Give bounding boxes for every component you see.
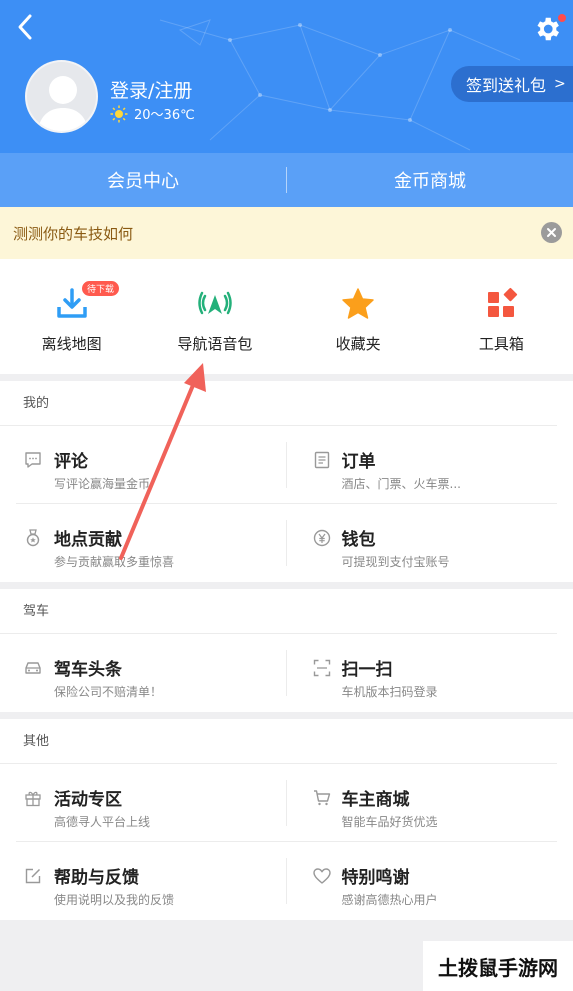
item-title: 车主商城 — [341, 790, 410, 810]
voice-signal-icon — [198, 291, 232, 315]
section-title: 其他 — [0, 719, 557, 764]
order-icon — [314, 451, 329, 469]
weather-info: 20～36℃ — [110, 104, 195, 123]
item-title: 地点贡献 — [54, 530, 122, 550]
heart-icon — [312, 868, 331, 884]
sun-icon — [110, 105, 128, 122]
item-subtitle: 可提现到支付宝账号 — [341, 555, 450, 569]
sign-in-gift-button[interactable]: 签到送礼包 > — [451, 66, 573, 102]
section-title: 驾车 — [0, 589, 557, 634]
favorites-label: 收藏夹 — [335, 335, 381, 353]
activity-zone-item[interactable]: 活动专区 高德寻人平台上线 — [16, 764, 287, 842]
order-item[interactable]: 订单 酒店、门票、火车票... — [286, 426, 557, 504]
coin-mall-link[interactable]: 金币商城 — [287, 167, 573, 193]
voice-pack-label: 导航语音包 — [177, 335, 253, 353]
item-title: 驾车头条 — [54, 660, 122, 680]
notice-text: 测测你的车技如何 — [13, 224, 134, 243]
item-subtitle: 车机版本扫码登录 — [341, 685, 438, 699]
voice-pack-button[interactable]: 导航语音包 — [143, 259, 286, 374]
section-other: 其他 活动专区 高德寻人平台上线 车主商城 智能车品好货优选 帮助与反馈 使用说… — [0, 719, 573, 920]
item-title: 帮助与反馈 — [54, 868, 139, 888]
temperature-range: 20～36℃ — [134, 108, 195, 123]
scan-item[interactable]: 扫一扫 车机版本扫码登录 — [287, 634, 558, 712]
member-bar: 会员中心 金币商城 — [0, 153, 573, 207]
help-feedback-item[interactable]: 帮助与反馈 使用说明以及我的反馈 — [16, 842, 287, 920]
profile-header: 登录/注册 20～36℃ 签到送礼包 > — [0, 0, 573, 153]
item-subtitle: 使用说明以及我的反馈 — [54, 893, 175, 907]
close-icon — [547, 228, 556, 237]
notice-banner[interactable]: 测测你的车技如何 — [0, 207, 573, 259]
place-contribution-item[interactable]: 地点贡献 参与贡献赢取多重惊喜 — [16, 504, 287, 582]
chevron-right-icon: > — [554, 76, 566, 92]
item-subtitle: 高德寻人平台上线 — [54, 815, 151, 829]
notice-close-button[interactable] — [541, 222, 562, 243]
login-register-link[interactable]: 登录/注册 — [110, 76, 192, 103]
gift-icon — [25, 791, 41, 807]
member-center-link[interactable]: 会员中心 — [0, 167, 286, 193]
wallet-item[interactable]: 钱包 可提现到支付宝账号 — [287, 504, 558, 582]
item-subtitle: 智能车品好货优选 — [341, 815, 438, 829]
section-mine: 我的 评论 写评论赢海量金币 订单 酒店、门票、火车票... 地点贡献 参与贡献… — [0, 381, 573, 582]
car-owner-mall-item[interactable]: 车主商城 智能车品好货优选 — [286, 764, 557, 842]
scan-icon — [313, 659, 330, 677]
item-subtitle: 保险公司不赔清单！ — [54, 685, 163, 699]
wallet-icon — [313, 529, 330, 547]
favorites-button[interactable]: 收藏夹 — [287, 259, 430, 374]
chevron-left-icon — [18, 14, 32, 40]
item-title: 评论 — [54, 452, 88, 472]
avatar[interactable] — [25, 60, 98, 133]
offline-map-label: 离线地图 — [41, 335, 102, 353]
item-subtitle: 写评论赢海量金币 — [54, 477, 151, 491]
item-subtitle: 感谢高德热心用户 — [341, 893, 438, 907]
comment-icon — [25, 452, 41, 468]
car-icon — [25, 662, 41, 674]
item-title: 扫一扫 — [341, 660, 393, 680]
medal-icon — [26, 529, 40, 547]
sign-in-label: 签到送礼包 — [466, 76, 547, 95]
item-title: 特别鸣谢 — [341, 868, 410, 888]
star-icon — [342, 288, 374, 319]
cart-icon — [313, 790, 330, 806]
toolbox-button[interactable]: 工具箱 — [430, 259, 573, 374]
section-drive: 驾车 驾车头条 保险公司不赔清单！ 扫一扫 车机版本扫码登录 — [0, 589, 573, 712]
toolbox-label: 工具箱 — [478, 335, 524, 353]
edit-icon — [25, 868, 41, 884]
item-subtitle: 参与贡献赢取多重惊喜 — [54, 555, 175, 569]
item-title: 活动专区 — [54, 790, 122, 810]
section-title: 我的 — [0, 381, 557, 426]
quick-actions: 待下载 离线地图 导航语音包 收藏夹 工具箱 — [0, 259, 573, 374]
notification-dot — [558, 14, 566, 22]
item-title: 钱包 — [341, 530, 376, 550]
driving-headlines-item[interactable]: 驾车头条 保险公司不赔清单！ — [16, 634, 287, 712]
special-thanks-item[interactable]: 特别鸣谢 感谢高德热心用户 — [287, 842, 558, 920]
settings-button[interactable] — [530, 10, 566, 46]
toolbox-icon — [488, 287, 518, 317]
pending-download-badge: 待下载 — [82, 281, 120, 296]
offline-map-button[interactable]: 待下载 离线地图 — [0, 259, 143, 374]
comment-item[interactable]: 评论 写评论赢海量金币 — [16, 426, 287, 504]
back-button[interactable] — [10, 10, 42, 44]
watermark-label: 土拨鼠手游网 — [423, 941, 573, 991]
item-subtitle: 酒店、门票、火车票... — [341, 477, 461, 491]
item-title: 订单 — [341, 452, 376, 472]
